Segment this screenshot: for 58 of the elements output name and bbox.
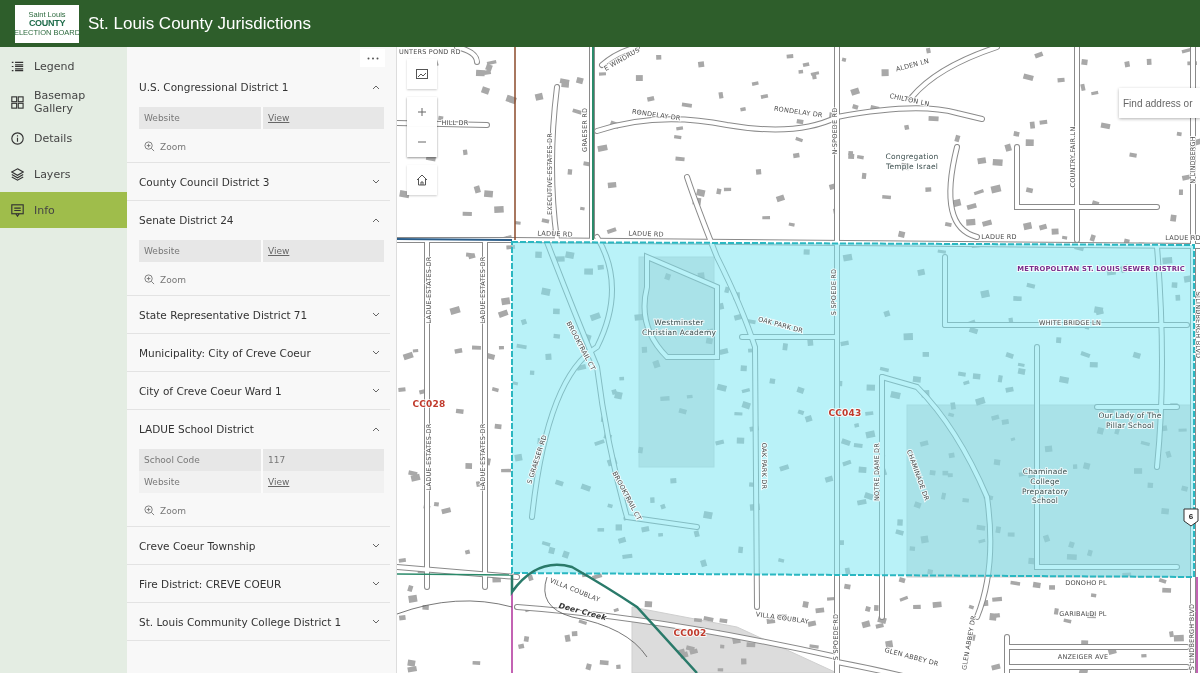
precinct-area[interactable] — [511, 241, 1195, 578]
precinct-label: CC002 — [673, 628, 707, 638]
chevron-up-icon — [372, 216, 380, 223]
grid-icon — [11, 95, 24, 109]
image-icon — [416, 69, 428, 79]
ellipsis-icon — [366, 56, 379, 60]
field-label: Website — [143, 245, 181, 258]
minus-icon — [417, 141, 427, 143]
search-field[interactable]: Find address or — [1119, 88, 1200, 118]
chevron-down-icon — [372, 349, 380, 356]
accordion-header[interactable]: Municipality: City of Creve Coeur — [127, 334, 390, 371]
home-icon — [416, 174, 428, 186]
chevron-down-icon — [372, 387, 380, 394]
accordion-header[interactable]: LADUE School District — [127, 410, 390, 447]
panel-icon — [11, 203, 24, 217]
accordion-header[interactable]: County Council District 3 — [127, 163, 390, 200]
layers-icon — [11, 167, 24, 181]
app-title: St. Louis County Jurisdictions — [88, 13, 311, 34]
accordion-header[interactable]: City of Creve Coeur Ward 1 — [127, 372, 390, 409]
view-link[interactable]: View — [261, 471, 384, 493]
field-label: School Code — [143, 454, 201, 467]
zoom-button[interactable]: Zoom — [144, 274, 186, 285]
rail-item[interactable]: Basemap Gallery — [0, 84, 127, 120]
zoom-button[interactable]: Zoom — [144, 141, 186, 152]
precinct-label: CC043 — [828, 408, 862, 418]
home-button[interactable] — [407, 165, 437, 195]
chevron-down-icon — [372, 542, 380, 549]
chevron-down-icon — [372, 618, 380, 625]
more-options-button[interactable] — [360, 49, 385, 67]
view-link[interactable]: View — [261, 240, 384, 262]
chevron-down-icon — [372, 178, 380, 185]
precinct-label: CC028 — [412, 399, 446, 409]
chevron-down-icon — [372, 580, 380, 587]
zoom-button[interactable]: Zoom — [144, 505, 186, 516]
route-shield: 6 — [1183, 508, 1199, 527]
chevron-up-icon — [372, 425, 380, 432]
rail-item[interactable]: Info — [0, 192, 127, 228]
field-label: Website — [143, 476, 181, 489]
zoom-in-icon — [144, 505, 155, 516]
plus-icon — [417, 107, 427, 117]
field-label: Website — [143, 112, 181, 125]
rail-item[interactable]: Layers — [0, 156, 127, 192]
rail-item[interactable]: Legend — [0, 48, 127, 84]
accordion-header[interactable]: State Representative District 71 — [127, 296, 390, 333]
rail-item[interactable]: Details — [0, 120, 127, 156]
info-icon — [11, 131, 24, 145]
map-layers-button[interactable] — [407, 59, 437, 89]
zoom-in-icon — [144, 141, 155, 152]
accordion-header[interactable]: Fire District: CREVE COEUR — [127, 565, 390, 602]
accordion-header[interactable]: Creve Coeur Township — [127, 527, 390, 564]
accordion-header[interactable]: Senate District 24 — [127, 201, 390, 238]
chevron-down-icon — [372, 311, 380, 318]
accordion-header[interactable]: U.S. Congressional District 1 — [127, 68, 390, 105]
zoom-in-icon — [144, 274, 155, 285]
chevron-up-icon — [372, 83, 380, 90]
accordion-header[interactable]: St. Louis Community College District 1 — [127, 603, 390, 640]
list-icon — [11, 59, 24, 73]
view-link[interactable]: View — [261, 107, 384, 129]
